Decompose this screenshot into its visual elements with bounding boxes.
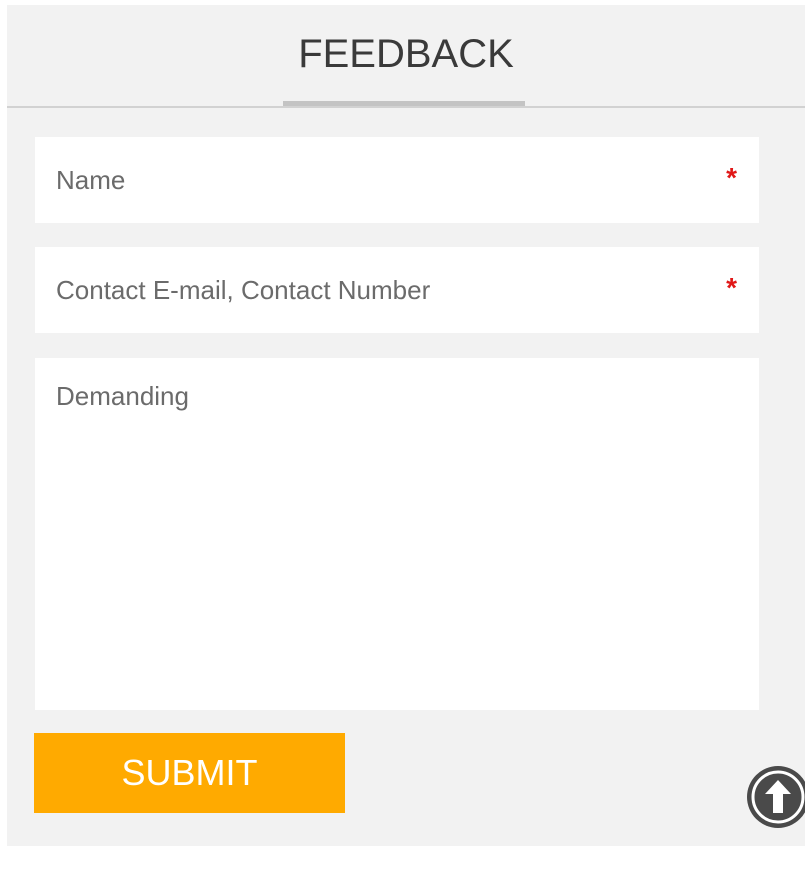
name-input[interactable] bbox=[35, 137, 759, 223]
title-underline bbox=[283, 101, 525, 106]
contact-input[interactable] bbox=[35, 247, 759, 333]
submit-button[interactable]: SUBMIT bbox=[34, 733, 345, 813]
required-marker: * bbox=[726, 272, 737, 303]
back-to-top-button[interactable] bbox=[744, 763, 805, 831]
arrow-up-circle-icon bbox=[747, 766, 805, 828]
feedback-header: FEEDBACK bbox=[7, 5, 805, 108]
required-marker: * bbox=[726, 162, 737, 193]
contact-field-container: * bbox=[35, 247, 759, 333]
page-title: FEEDBACK bbox=[298, 32, 514, 76]
name-field-container: * bbox=[35, 137, 759, 223]
demand-textarea[interactable] bbox=[35, 358, 759, 710]
demand-field-container bbox=[35, 358, 759, 710]
